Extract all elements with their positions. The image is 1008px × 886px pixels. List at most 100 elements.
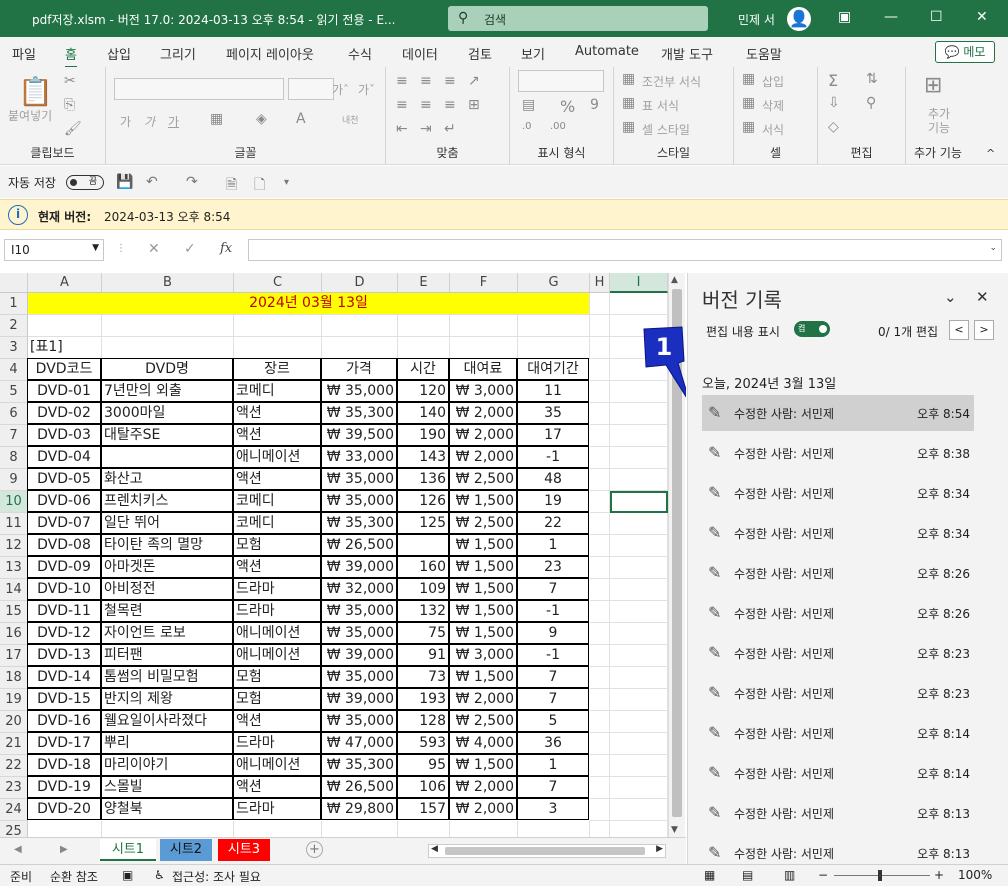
cell-e18[interactable]: 73 — [397, 666, 449, 688]
cell-d6[interactable]: ₩ 35,300 — [321, 402, 397, 424]
cell-g8[interactable]: -1 — [517, 446, 589, 468]
print-preview-icon[interactable]: 🗎 — [226, 174, 237, 198]
cell-b22[interactable]: 마리이야기 — [101, 754, 233, 776]
column-header-c[interactable]: C — [234, 273, 322, 293]
column-header-g[interactable]: G — [518, 273, 590, 293]
cell-c12[interactable]: 모험 — [233, 534, 321, 556]
cell-d13[interactable]: ₩ 39,000 — [321, 556, 397, 578]
copy-icon[interactable]: ⎘ — [64, 97, 75, 113]
column-header-h[interactable]: H — [590, 273, 610, 293]
cell-a12[interactable]: DVD-08 — [27, 534, 101, 556]
cell-i7[interactable] — [610, 425, 668, 447]
sort-filter-icon[interactable]: ⇅ — [866, 71, 878, 87]
cell-c6[interactable]: 액션 — [233, 402, 321, 424]
add-sheet-button[interactable]: + — [306, 841, 323, 858]
cell-e13[interactable]: 160 — [397, 556, 449, 578]
cell-h16[interactable] — [590, 623, 610, 645]
next-sheet-icon[interactable]: ▶ — [60, 844, 68, 855]
column-header-e[interactable]: E — [398, 273, 450, 293]
version-item[interactable]: ✎ 수정한 사람: 서민제 오후 8:38 — [702, 435, 974, 471]
cell-f3[interactable] — [450, 337, 518, 359]
cell-g20[interactable]: 5 — [517, 710, 589, 732]
align-left-icon[interactable]: ≡ — [396, 97, 408, 113]
cell-i8[interactable] — [610, 447, 668, 469]
insert-cell-icon[interactable]: ▦ — [742, 71, 755, 87]
cell-i22[interactable] — [610, 755, 668, 777]
cell-c11[interactable]: 코메디 — [233, 512, 321, 534]
cell-d5[interactable]: ₩ 35,000 — [321, 380, 397, 402]
cell-f24[interactable]: ₩ 2,000 — [449, 798, 517, 820]
cell-d14[interactable]: ₩ 32,000 — [321, 578, 397, 600]
cell-g2[interactable] — [518, 315, 590, 337]
cell-f21[interactable]: ₩ 4,000 — [449, 732, 517, 754]
cell-e8[interactable]: 143 — [397, 446, 449, 468]
cell-c15[interactable]: 드라마 — [233, 600, 321, 622]
cell-c18[interactable]: 모험 — [233, 666, 321, 688]
cell-d17[interactable]: ₩ 39,000 — [321, 644, 397, 666]
cell-c24[interactable]: 드라마 — [233, 798, 321, 820]
row-header-10[interactable]: 10 — [0, 491, 28, 513]
cell-f18[interactable]: ₩ 1,500 — [449, 666, 517, 688]
cell-b13[interactable]: 아마겟돈 — [101, 556, 233, 578]
cell-f2[interactable] — [450, 315, 518, 337]
cell-a18[interactable]: DVD-14 — [27, 666, 101, 688]
cell-i17[interactable] — [610, 645, 668, 667]
cell-b12[interactable]: 타이탄 족의 멸망 — [101, 534, 233, 556]
tab-data[interactable]: 데이터 — [402, 44, 438, 63]
cell-d15[interactable]: ₩ 35,000 — [321, 600, 397, 622]
row-header-12[interactable]: 12 — [0, 535, 28, 557]
cell-h6[interactable] — [590, 403, 610, 425]
cell-d22[interactable]: ₩ 35,300 — [321, 754, 397, 776]
row-header-18[interactable]: 18 — [0, 667, 28, 689]
row-header-24[interactable]: 24 — [0, 799, 28, 821]
page-layout-view-icon[interactable]: ▤ — [742, 868, 753, 882]
row-header-4[interactable]: 4 — [0, 359, 28, 381]
column-header-i[interactable]: I — [610, 273, 668, 293]
page-break-view-icon[interactable]: ▥ — [784, 868, 795, 882]
comma-icon[interactable]: 9 — [590, 97, 599, 113]
cell-f16[interactable]: ₩ 1,500 — [449, 622, 517, 644]
memo-button[interactable]: 💬 메모 — [935, 41, 995, 63]
cell-f19[interactable]: ₩ 2,000 — [449, 688, 517, 710]
align-bottom-icon[interactable]: ≡ — [444, 73, 456, 89]
cell-c4[interactable]: 장르 — [233, 358, 321, 380]
cell-b9[interactable]: 화산고 — [101, 468, 233, 490]
cell-c7[interactable]: 액션 — [233, 424, 321, 446]
cell-h20[interactable] — [590, 711, 610, 733]
cell-d3[interactable] — [322, 337, 398, 359]
cell-h23[interactable] — [590, 777, 610, 799]
cell-a11[interactable]: DVD-07 — [27, 512, 101, 534]
cell-d12[interactable]: ₩ 26,500 — [321, 534, 397, 556]
cell-b20[interactable]: 웰요일이사라졌다 — [101, 710, 233, 732]
cell-d18[interactable]: ₩ 35,000 — [321, 666, 397, 688]
cell-e24[interactable]: 157 — [397, 798, 449, 820]
zoom-level[interactable]: 100% — [958, 868, 992, 882]
accounting-icon[interactable]: ▤ — [522, 97, 535, 113]
cell-c8[interactable]: 애니메이션 — [233, 446, 321, 468]
cell-a14[interactable]: DVD-10 — [27, 578, 101, 600]
cell-b4[interactable]: DVD명 — [101, 358, 233, 380]
sheet-tab-1[interactable]: 시트1 — [100, 839, 156, 861]
row-header-14[interactable]: 14 — [0, 579, 28, 601]
cell-a19[interactable]: DVD-15 — [27, 688, 101, 710]
row-header-22[interactable]: 22 — [0, 755, 28, 777]
cell-e9[interactable]: 136 — [397, 468, 449, 490]
cell-d25[interactable] — [322, 821, 398, 837]
cell-f11[interactable]: ₩ 2,500 — [449, 512, 517, 534]
cell-i19[interactable] — [610, 689, 668, 711]
cell-i1[interactable] — [610, 293, 668, 315]
avatar[interactable]: 👤 — [787, 7, 811, 31]
worksheet-grid[interactable]: A B C D E F G H I 1 2024년 03월 13일 2 3 [표1] 4 DVD코드 DVD명 장… — [0, 273, 668, 837]
row-header-1[interactable]: 1 — [0, 293, 28, 315]
cell-g17[interactable]: -1 — [517, 644, 589, 666]
phonetic-button[interactable]: 내천 — [342, 113, 359, 126]
row-header-13[interactable]: 13 — [0, 557, 28, 579]
cancel-icon[interactable]: ✕ — [148, 241, 160, 257]
paste-icon[interactable]: 📋 — [18, 75, 53, 108]
cell-g22[interactable]: 1 — [517, 754, 589, 776]
delete-cell-label[interactable]: 삭제 — [762, 97, 784, 114]
cell-f5[interactable]: ₩ 3,000 — [449, 380, 517, 402]
select-all[interactable] — [0, 273, 28, 293]
prev-edit-button[interactable]: < — [949, 320, 969, 340]
delete-cell-icon[interactable]: ▦ — [742, 95, 755, 111]
